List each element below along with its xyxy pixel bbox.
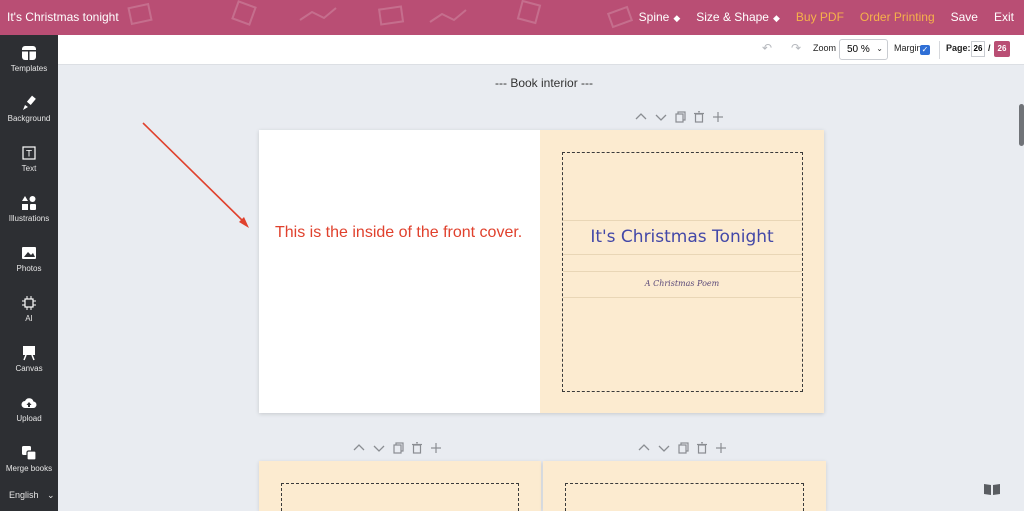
chevron-up-icon[interactable] (638, 442, 650, 454)
sidebar-item-photos[interactable]: Photos (0, 245, 58, 273)
save-button[interactable]: Save (951, 10, 978, 24)
sidebar-item-illustrations[interactable]: Illustrations (0, 195, 58, 223)
copy-icon[interactable] (678, 442, 689, 454)
page-controls (638, 442, 727, 454)
order-printing-link[interactable]: Order Printing (860, 10, 935, 24)
zoom-select[interactable]: 50 % ⌄ (839, 39, 888, 60)
divider (939, 41, 940, 59)
margin-label: Margin (894, 43, 922, 53)
inside-front-cover-page[interactable] (259, 130, 540, 413)
spine-caret-icon: ◆ (673, 13, 681, 23)
guide-line (563, 271, 802, 272)
margin-frame (565, 483, 804, 511)
zoom-value: 50 % (847, 44, 870, 55)
chevron-up-icon[interactable] (635, 111, 647, 123)
undo-icon[interactable]: ↶ (762, 41, 772, 55)
chevron-down-icon: ⌄ (876, 44, 883, 53)
sidebar-item-label: Illustrations (8, 214, 50, 223)
trash-icon[interactable] (412, 442, 422, 454)
buy-pdf-link[interactable]: Buy PDF (796, 10, 844, 24)
sidebar-item-templates[interactable]: Templates (0, 45, 58, 73)
page-controls (635, 111, 724, 123)
text-icon: T (22, 146, 36, 160)
sidebar-item-canvas[interactable]: Canvas (0, 345, 58, 373)
section-label: --- Book interior --- (495, 76, 594, 90)
exit-button[interactable]: Exit (994, 10, 1014, 24)
easel-icon (23, 346, 35, 361)
sidebar-item-text[interactable]: T Text (0, 145, 58, 173)
title-page[interactable]: It's Christmas Tonight A Christmas Poem (540, 130, 824, 413)
annotation-arrow (142, 122, 249, 228)
margin-frame (281, 483, 519, 511)
page-controls (353, 442, 442, 454)
shapes-icon (22, 196, 36, 210)
plus-icon[interactable] (715, 442, 727, 454)
chevron-down-icon[interactable] (658, 442, 670, 454)
page-label: Page: (946, 43, 971, 53)
page-separator: / (988, 43, 991, 53)
scrollbar-thumb[interactable] (1019, 104, 1024, 146)
sidebar-item-label: Upload (16, 414, 42, 423)
size-shape-menu[interactable]: Size & Shape ◆ (696, 10, 780, 24)
page-total-badge: 26 (994, 41, 1010, 57)
top-nav: Spine ◆ Size & Shape ◆ Buy PDF Order Print… (639, 10, 1014, 24)
size-shape-label: Size & Shape (696, 10, 769, 24)
spine-menu[interactable]: Spine ◆ (639, 10, 681, 24)
spine-label: Spine (638, 10, 670, 24)
sidebar-item-label: Templates (10, 64, 48, 73)
chevron-up-icon[interactable] (353, 442, 365, 454)
sidebar-item-label: Canvas (15, 364, 43, 373)
plus-icon[interactable] (430, 442, 442, 454)
templates-icon (22, 46, 36, 60)
copy-icon[interactable] (675, 111, 686, 123)
merge-icon (22, 446, 37, 461)
image-icon (22, 247, 36, 259)
next-page-right[interactable] (543, 461, 826, 511)
sidebar-item-label: Merge books (5, 464, 53, 473)
trash-icon[interactable] (697, 442, 707, 454)
redo-icon[interactable]: ↷ (791, 41, 801, 55)
trash-icon[interactable] (694, 111, 704, 123)
margin-checkbox[interactable]: ✓ (920, 45, 930, 55)
page-number-input[interactable]: 26 (971, 41, 985, 57)
book-title-text[interactable]: It's Christmas Tonight (540, 227, 824, 247)
guide-line (563, 297, 802, 298)
open-book-icon[interactable] (983, 482, 1001, 496)
page-spread: It's Christmas Tonight A Christmas Poem (259, 130, 824, 413)
margin-frame (562, 152, 803, 392)
chevron-down-icon: ⌄ (47, 490, 55, 500)
plus-icon[interactable] (712, 111, 724, 123)
sidebar-item-background[interactable]: Background (0, 95, 58, 123)
language-select[interactable]: English ⌄ (9, 490, 55, 501)
guide-line (563, 254, 802, 255)
sidebar-item-label: Photos (16, 264, 42, 273)
sidebar-item-merge-books[interactable]: Merge books (0, 445, 58, 473)
ai-chip-icon (22, 296, 36, 310)
cloud-upload-icon (21, 398, 37, 409)
book-title-header: It's Christmas tonight (7, 10, 119, 24)
chevron-down-icon[interactable] (655, 111, 667, 123)
toolbar: ↶ ↷ Zoom 50 % ⌄ Margin ✓ Page: 26 / 26 (58, 35, 1024, 65)
svg-text:T: T (25, 150, 32, 160)
sidebar-item-upload[interactable]: Upload (0, 395, 58, 423)
guide-line (563, 220, 802, 221)
sidebar-item-label: AI (25, 314, 33, 323)
top-bar: It's Christmas tonight Spine ◆ Size & Sha… (0, 0, 1024, 35)
annotation-text: This is the inside of the front cover. (275, 224, 523, 241)
zoom-label: Zoom (813, 43, 837, 53)
next-page-left[interactable] (259, 461, 541, 511)
language-label: English (9, 490, 39, 500)
paint-brush-icon (23, 95, 36, 110)
sidebar-item-ai[interactable]: AI (0, 295, 58, 323)
sidebar: Templates Background T Text Illustration… (0, 35, 58, 511)
size-shape-caret-icon: ◆ (772, 13, 780, 23)
sidebar-item-label: Background (7, 114, 51, 123)
book-subtitle-text[interactable]: A Christmas Poem (540, 279, 824, 288)
chevron-down-icon[interactable] (373, 442, 385, 454)
copy-icon[interactable] (393, 442, 404, 454)
sidebar-item-label: Text (21, 164, 37, 173)
